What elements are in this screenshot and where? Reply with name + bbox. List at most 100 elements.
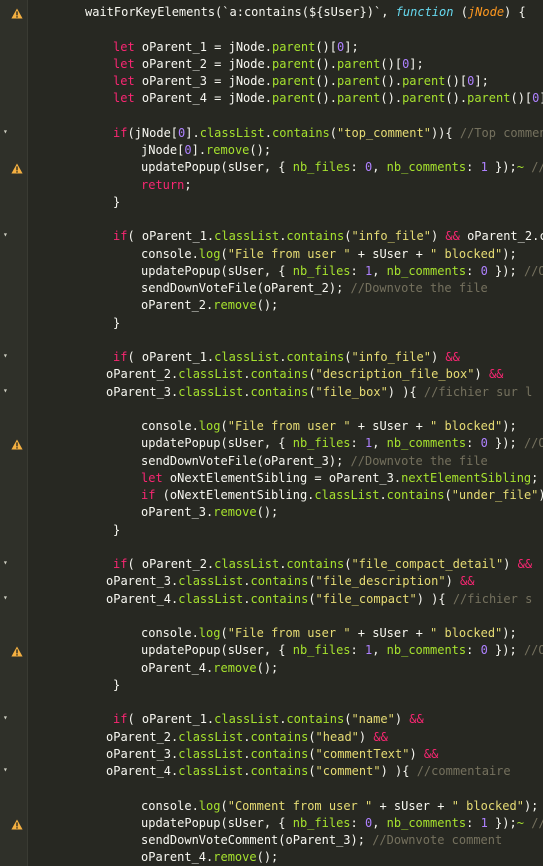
code-editor[interactable]: waitForKeyElements(`a:contains(${sUser})… [0, 0, 543, 866]
code-line[interactable]: oParent_2.remove(); [0, 297, 543, 314]
code-line[interactable]: } [0, 677, 543, 694]
code-line[interactable]: return; [0, 177, 543, 194]
code-line[interactable] [0, 332, 543, 349]
code-line[interactable]: ▾ oParent_4.classList.contains("file_comp… [0, 591, 543, 608]
code-token: + sUser + [350, 419, 431, 433]
code-line[interactable] [0, 608, 543, 625]
code-token: . [243, 764, 251, 778]
code-line[interactable]: console.log("File from user " + sUser + … [0, 625, 543, 642]
fold-arrow-icon[interactable]: ▾ [3, 593, 8, 602]
code-token: waitForKeyElements(`a:contains(${sUser})… [85, 5, 396, 19]
code-token: let [141, 470, 163, 485]
code-token: classList [178, 764, 244, 778]
code-token: "description_file_box" [315, 367, 475, 382]
code-line[interactable]: ▾ oParent_3.classList.contains("file_box"… [0, 384, 543, 401]
code-line[interactable]: updatePopup(sUser, { nb_files: 1, nb_com… [0, 642, 543, 659]
code-line[interactable]: updatePopup(sUser, { nb_files: 0, nb_com… [0, 815, 543, 832]
code-line[interactable]: updatePopup(sUser, { nb_files: 1, nb_com… [0, 435, 543, 452]
fold-arrow-icon[interactable]: ▾ [3, 127, 8, 136]
code-line[interactable]: updatePopup(sUser, { nb_files: 1, nb_com… [0, 263, 543, 280]
code-line[interactable]: ▾ if(jNode[0].classList.contains("top_com… [0, 125, 543, 142]
code-line[interactable] [0, 401, 543, 418]
code-token: updatePopup(sUser, { [141, 160, 293, 175]
code-line[interactable]: } [0, 194, 543, 211]
warning-icon[interactable] [11, 163, 23, 174]
code-line[interactable]: let oParent_2 = jNode.parent().parent()[… [0, 56, 543, 73]
code-token: ]; [539, 91, 543, 105]
code-text: console.log("File from user " + sUser + … [141, 625, 517, 642]
code-line[interactable] [0, 21, 543, 38]
code-token: (). [380, 91, 403, 106]
code-text: oParent_3.classList.contains("file_box")… [106, 384, 532, 401]
gutter-marker: ▾ [0, 228, 27, 245]
code-line[interactable]: oParent_3.remove(); [0, 504, 543, 521]
code-line[interactable]: ▾ oParent_4.classList.contains("comment")… [0, 763, 543, 780]
gutter-marker [0, 39, 27, 56]
code-text: updatePopup(sUser, { nb_files: 1, nb_com… [141, 642, 543, 659]
code-line[interactable]: let oParent_3 = jNode.parent().parent().… [0, 73, 543, 90]
code-token: updatePopup(sUser, { [141, 436, 293, 451]
code-line[interactable]: waitForKeyElements(`a:contains(${sUser})… [0, 4, 543, 21]
code-token: ( [220, 419, 228, 433]
code-line[interactable]: oParent_3.classList.contains("commentTex… [0, 746, 543, 763]
code-line[interactable]: jNode[0].remove(); [0, 142, 543, 159]
code-line[interactable]: let oParent_1 = jNode.parent()[0]; [0, 39, 543, 56]
code-token: parent [337, 74, 381, 88]
code-line[interactable]: oParent_2.classList.contains("head") && [0, 729, 543, 746]
code-line[interactable]: sendDownVoteComment(oParent_3); //Downvo… [0, 832, 543, 849]
code-token: , [372, 815, 387, 830]
code-token: : [466, 643, 481, 658]
warning-icon[interactable] [11, 439, 23, 450]
code-line[interactable] [0, 694, 543, 711]
code-token: updatePopup(sUser, { [141, 263, 293, 278]
code-text: updatePopup(sUser, { nb_files: 1, nb_com… [141, 435, 543, 452]
code-line[interactable]: console.log("Comment from user " + sUser… [0, 798, 543, 815]
code-token: ()[ [445, 74, 468, 88]
code-line[interactable]: sendDownVoteFile(oParent_3); //Downvote … [0, 453, 543, 470]
code-line[interactable] [0, 108, 543, 125]
gutter-marker [0, 401, 27, 418]
code-line[interactable] [0, 780, 543, 797]
code-line[interactable]: oParent_2.classList.contains("descriptio… [0, 366, 543, 383]
fold-arrow-icon[interactable]: ▾ [3, 230, 8, 239]
fold-arrow-icon[interactable]: ▾ [3, 351, 8, 360]
fold-arrow-icon[interactable]: ▾ [3, 713, 8, 722]
code-token: oParent_2. [141, 298, 214, 313]
code-line[interactable]: oParent_4.remove(); [0, 660, 543, 677]
code-line[interactable]: if (oNextElementSibling.classList.contai… [0, 487, 543, 504]
code-token: (); [256, 850, 279, 865]
warning-icon[interactable] [11, 8, 23, 19]
code-line[interactable]: ▾ if( oParent_2.classList.contains("file_… [0, 556, 543, 573]
code-text: let oNextElementSibling = oParent_3.next… [141, 470, 538, 487]
code-line[interactable]: oParent_3.classList.contains("file_descr… [0, 573, 543, 590]
code-line[interactable]: console.log("File from user " + sUser + … [0, 246, 543, 263]
code-line[interactable]: let oParent_4 = jNode.parent().parent().… [0, 90, 543, 107]
code-token: sendDownVoteComment(oParent_3); [141, 833, 373, 847]
warning-icon[interactable] [11, 646, 23, 657]
fold-arrow-icon[interactable]: ▾ [3, 765, 8, 774]
code-token: jNode[ [141, 143, 185, 157]
code-line[interactable]: ▾ if( oParent_1.classList.contains("info_… [0, 228, 543, 245]
code-line[interactable]: } [0, 522, 543, 539]
gutter-marker [0, 90, 27, 107]
fold-arrow-icon[interactable]: ▾ [3, 386, 8, 395]
code-line[interactable]: } [0, 315, 543, 332]
code-line[interactable]: oParent_4.remove(); [0, 849, 543, 866]
code-line[interactable] [0, 539, 543, 556]
code-line[interactable]: console.log("File from user " + sUser + … [0, 418, 543, 435]
gutter-marker [0, 108, 27, 125]
code-line[interactable] [0, 211, 543, 228]
code-line[interactable]: updatePopup(sUser, { nb_files: 0, nb_com… [0, 159, 543, 176]
code-line[interactable]: ▾ if( oParent_1.classList.contains("name"… [0, 711, 543, 728]
code-line[interactable]: ▾ if( oParent_1.classList.contains("info_… [0, 349, 543, 366]
code-token: ) [358, 729, 374, 744]
warning-icon[interactable] [11, 819, 23, 830]
code-token: oParent_3. [106, 746, 179, 761]
code-line[interactable]: let oNextElementSibling = oParent_3.next… [0, 470, 543, 487]
code-token: nextElementSibling [401, 470, 532, 485]
code-token: (). [315, 74, 338, 88]
code-token: oParent_4. [141, 660, 214, 675]
fold-arrow-icon[interactable]: ▾ [3, 558, 8, 567]
code-line[interactable]: sendDownVoteFile(oParent_2); //Downvote … [0, 280, 543, 297]
code-token: 0 [480, 263, 488, 278]
